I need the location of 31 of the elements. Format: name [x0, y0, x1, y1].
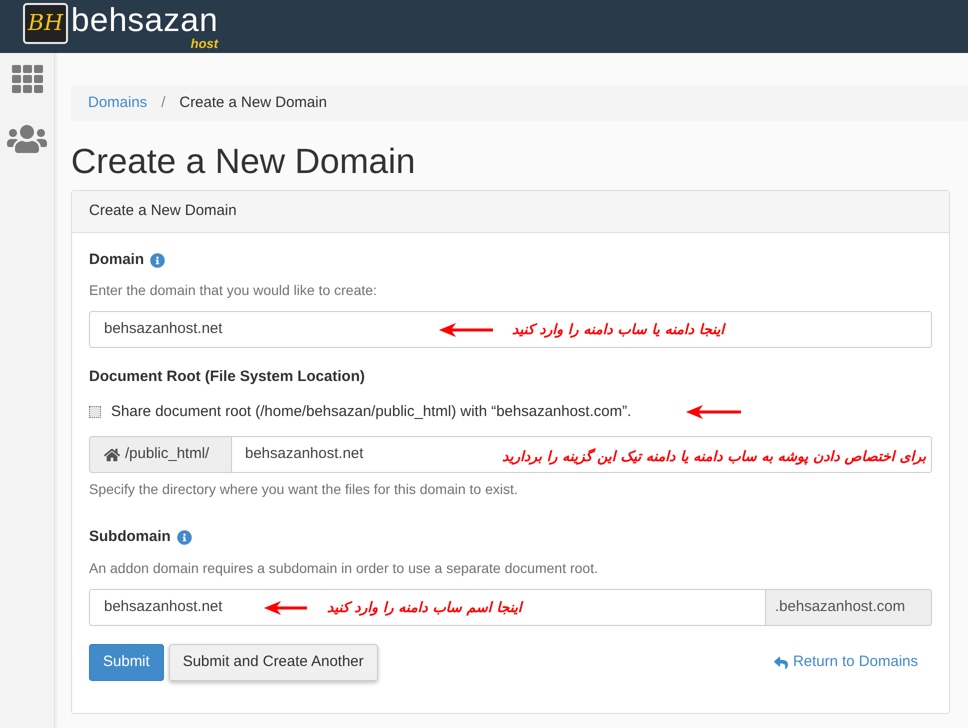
- annotation-text: اینجا دامنه یا ساب دامنه را وارد کنید: [512, 321, 724, 339]
- left-arrow-icon: [264, 601, 307, 615]
- logo-tagline: host: [190, 37, 218, 50]
- breadcrumb-separator: /: [160, 92, 166, 113]
- info-icon[interactable]: [150, 252, 166, 268]
- annotation-text: اینجا اسم ساب دامنه را وارد کنید: [327, 599, 522, 617]
- help-text: An addon domain requires a subdomain in order to use a separate document root.: [89, 559, 599, 577]
- submit-another-button[interactable]: Submit and Create Another: [168, 644, 378, 681]
- help-text: Specify the directory where you want the files for this domain to exist.: [89, 480, 519, 498]
- return-link[interactable]: Return to Domains: [774, 651, 918, 674]
- page-title: Create a New Domain: [71, 142, 416, 182]
- grid-icon[interactable]: [12, 65, 42, 93]
- left-arrow-icon: [686, 405, 741, 419]
- field-label: Domain: [89, 250, 144, 270]
- breadcrumb-current: Create a New Domain: [179, 92, 327, 113]
- logo-name: behsazan: [71, 2, 218, 38]
- field-label: Document Root (File System Location): [89, 367, 365, 387]
- reply-icon: [774, 656, 788, 670]
- field-label: Subdomain: [89, 527, 171, 547]
- logo-badge[interactable]: BH: [23, 3, 68, 44]
- help-text: Enter the domain that you would like to create:: [89, 281, 378, 299]
- info-icon[interactable]: [176, 530, 192, 544]
- home-icon: [104, 446, 120, 462]
- path-prefix-text: /public_html/: [125, 444, 210, 464]
- panel-title: Create a New Domain: [89, 201, 237, 222]
- checkbox-label[interactable]: Share document root (/home/behsazan/public_html) with “behsazanhost.com”.: [111, 400, 632, 424]
- submit-button[interactable]: Submit: [89, 644, 164, 681]
- annotation-text: برای اختصاص دادن پوشه به ساب دامنه یا دامنه تیک این گزینه را بردارید: [502, 449, 926, 465]
- left-arrow-icon: [439, 323, 493, 337]
- share-checkbox[interactable]: [89, 406, 101, 418]
- domain-suffix-addon: .behsazanhost.com: [766, 589, 932, 626]
